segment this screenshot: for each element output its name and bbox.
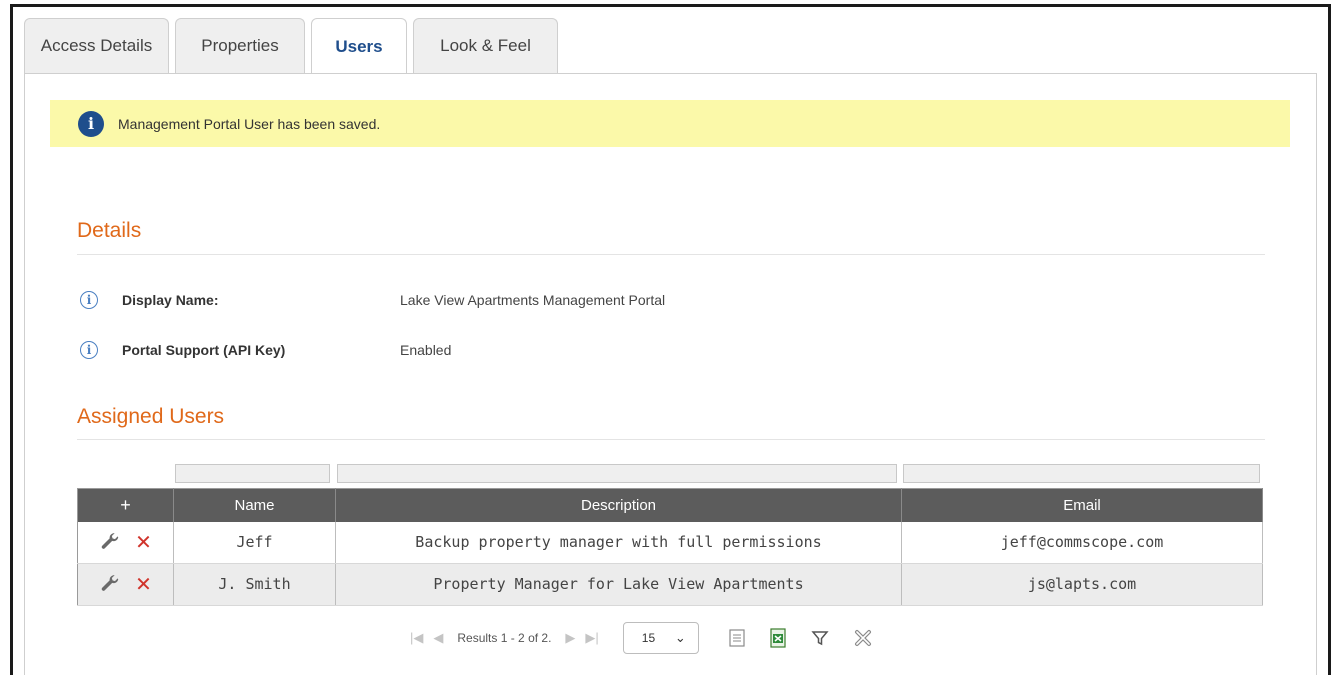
assigned-users-heading: Assigned Users [77,405,225,428]
success-alert: i Management Portal User has been saved. [50,100,1290,147]
column-header-description[interactable]: Description [335,488,902,522]
table-header-row: + Name Description Email [77,488,1263,522]
frame-border [10,4,1330,7]
frame-border [1328,4,1331,675]
user-name-cell: J. Smith [173,563,336,606]
user-description-cell: Property Manager for Lake View Apartment… [335,563,902,606]
plus-icon: + [120,494,131,515]
frame-border [10,4,13,675]
add-user-button[interactable]: + [77,488,174,522]
portal-frame: Access Details Properties Users Look & F… [0,0,1341,675]
display-name-row: i Display Name: Lake View Apartments Man… [80,289,665,311]
table-row: ✕ Jeff Backup property manager with full… [77,521,1263,564]
clear-filter-icon[interactable] [853,628,873,648]
name-filter-input[interactable] [175,464,330,483]
tab-access-details[interactable]: Access Details [24,18,169,73]
user-description-cell: Backup property manager with full permis… [335,521,902,564]
page-size-value: 15 [641,631,656,645]
last-page-icon[interactable]: ▶| [585,630,598,646]
wrench-icon[interactable] [99,573,121,595]
pagination-bar: |◀ ◀ Results 1 - 2 of 2. ▶ ▶| 15 ⌄ [410,622,897,654]
tab-look-and-feel[interactable]: Look & Feel [413,18,558,73]
column-header-name[interactable]: Name [173,488,336,522]
details-heading: Details [77,219,142,242]
chevron-down-icon: ⌄ [674,630,686,645]
export-excel-icon[interactable] [769,628,787,648]
table-row: ✕ J. Smith Property Manager for Lake Vie… [77,563,1263,606]
tab-properties[interactable]: Properties [175,18,305,73]
column-header-email[interactable]: Email [901,488,1263,522]
user-email-cell: js@lapts.com [901,563,1263,606]
user-name-cell: Jeff [173,521,336,564]
display-name-label: Display Name: [122,292,219,308]
next-page-icon[interactable]: ▶ [565,630,575,646]
results-count: Results 1 - 2 of 2. [457,631,552,645]
info-icon: i [78,110,104,137]
page-size-select[interactable]: 15 ⌄ [622,622,699,654]
wrench-icon[interactable] [99,531,121,553]
divider [77,254,1265,255]
export-document-icon[interactable] [729,629,745,647]
divider [77,439,1265,440]
portal-support-row: i Portal Support (API Key) Enabled [80,339,451,361]
email-filter-input[interactable] [903,464,1260,483]
user-email-cell: jeff@commscope.com [901,521,1263,564]
alert-message: Management Portal User has been saved. [118,115,381,132]
first-page-icon[interactable]: |◀ [410,630,423,646]
info-icon[interactable]: i [80,291,98,309]
tab-bar: Access Details Properties Users Look & F… [24,18,558,75]
description-filter-input[interactable] [337,464,897,483]
delete-icon[interactable]: ✕ [135,574,152,594]
info-icon[interactable]: i [80,341,98,359]
portal-support-label: Portal Support (API Key) [122,342,286,358]
assigned-users-table: + Name Description Email ✕ Jeff Backup p… [77,488,1263,606]
row-actions: ✕ [77,521,174,564]
delete-icon[interactable]: ✕ [135,532,152,552]
filter-icon[interactable] [811,629,829,647]
previous-page-icon[interactable]: ◀ [433,630,443,646]
display-name-value: Lake View Apartments Management Portal [400,292,666,308]
row-actions: ✕ [77,563,174,606]
tab-users[interactable]: Users [311,18,407,75]
portal-support-value: Enabled [400,342,452,358]
